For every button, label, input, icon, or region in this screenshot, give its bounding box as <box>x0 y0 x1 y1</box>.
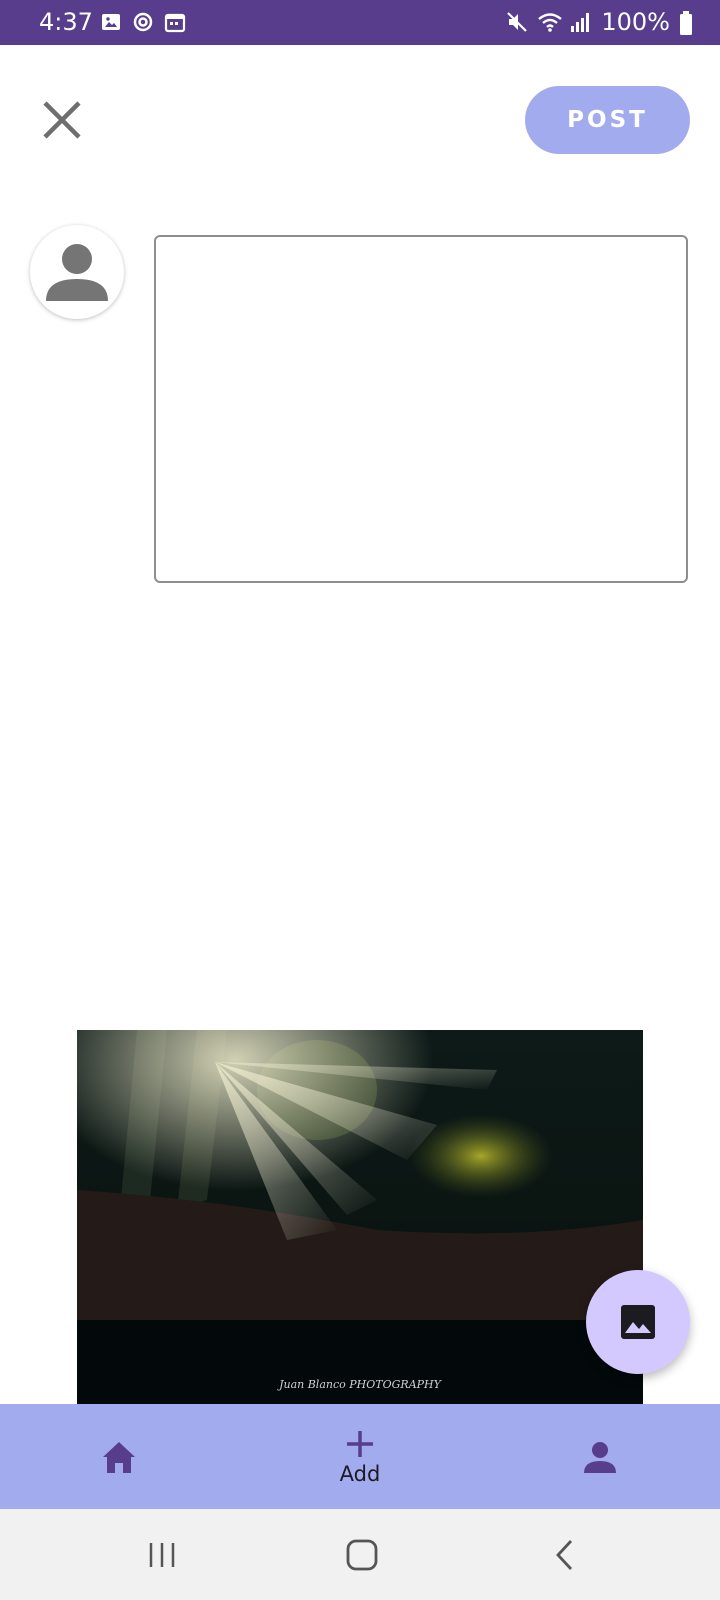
back-button[interactable] <box>535 1529 595 1581</box>
post-composer-screen: 4:37 100% POST Juan Blanco PHOTOGRAPHY A… <box>0 0 720 1600</box>
home-icon <box>103 1441 135 1473</box>
sync-icon <box>132 11 154 33</box>
close-button[interactable] <box>32 90 92 150</box>
back-icon <box>556 1540 573 1570</box>
status-bar: 4:37 100% <box>0 0 720 45</box>
image-icon <box>621 1305 655 1339</box>
home-system-button[interactable] <box>332 1529 392 1581</box>
nav-profile[interactable] <box>525 1404 675 1509</box>
status-notification-icons <box>100 11 186 33</box>
post-button[interactable]: POST <box>525 86 690 154</box>
image-icon <box>100 11 122 33</box>
mute-icon <box>505 10 529 34</box>
nav-add[interactable]: Add <box>285 1404 435 1509</box>
person-icon <box>46 244 108 301</box>
status-system-icons: 100% <box>505 6 702 38</box>
battery-percentage: 100% <box>601 8 670 36</box>
add-image-fab[interactable] <box>586 1270 690 1374</box>
recents-icon <box>149 1543 175 1567</box>
status-time: 4:37 <box>39 8 93 36</box>
person-icon <box>584 1441 616 1473</box>
recents-button[interactable] <box>132 1529 192 1581</box>
home-button-icon <box>346 1539 378 1571</box>
post-text-input[interactable] <box>154 235 688 583</box>
avatar <box>30 225 124 319</box>
wifi-icon <box>537 10 563 34</box>
signal-icon <box>569 10 593 34</box>
calendar-icon <box>164 11 186 33</box>
battery-icon <box>678 10 702 35</box>
bottom-navigation: Add <box>0 1404 720 1509</box>
add-icon <box>347 1430 373 1457</box>
photo-watermark: Juan Blanco PHOTOGRAPHY <box>277 1378 443 1391</box>
close-icon <box>43 101 81 139</box>
nav-home[interactable] <box>44 1404 194 1509</box>
nav-add-label: Add <box>339 1461 381 1486</box>
system-navigation-bar <box>0 1509 720 1600</box>
attached-photo: Juan Blanco PHOTOGRAPHY <box>77 1030 643 1404</box>
